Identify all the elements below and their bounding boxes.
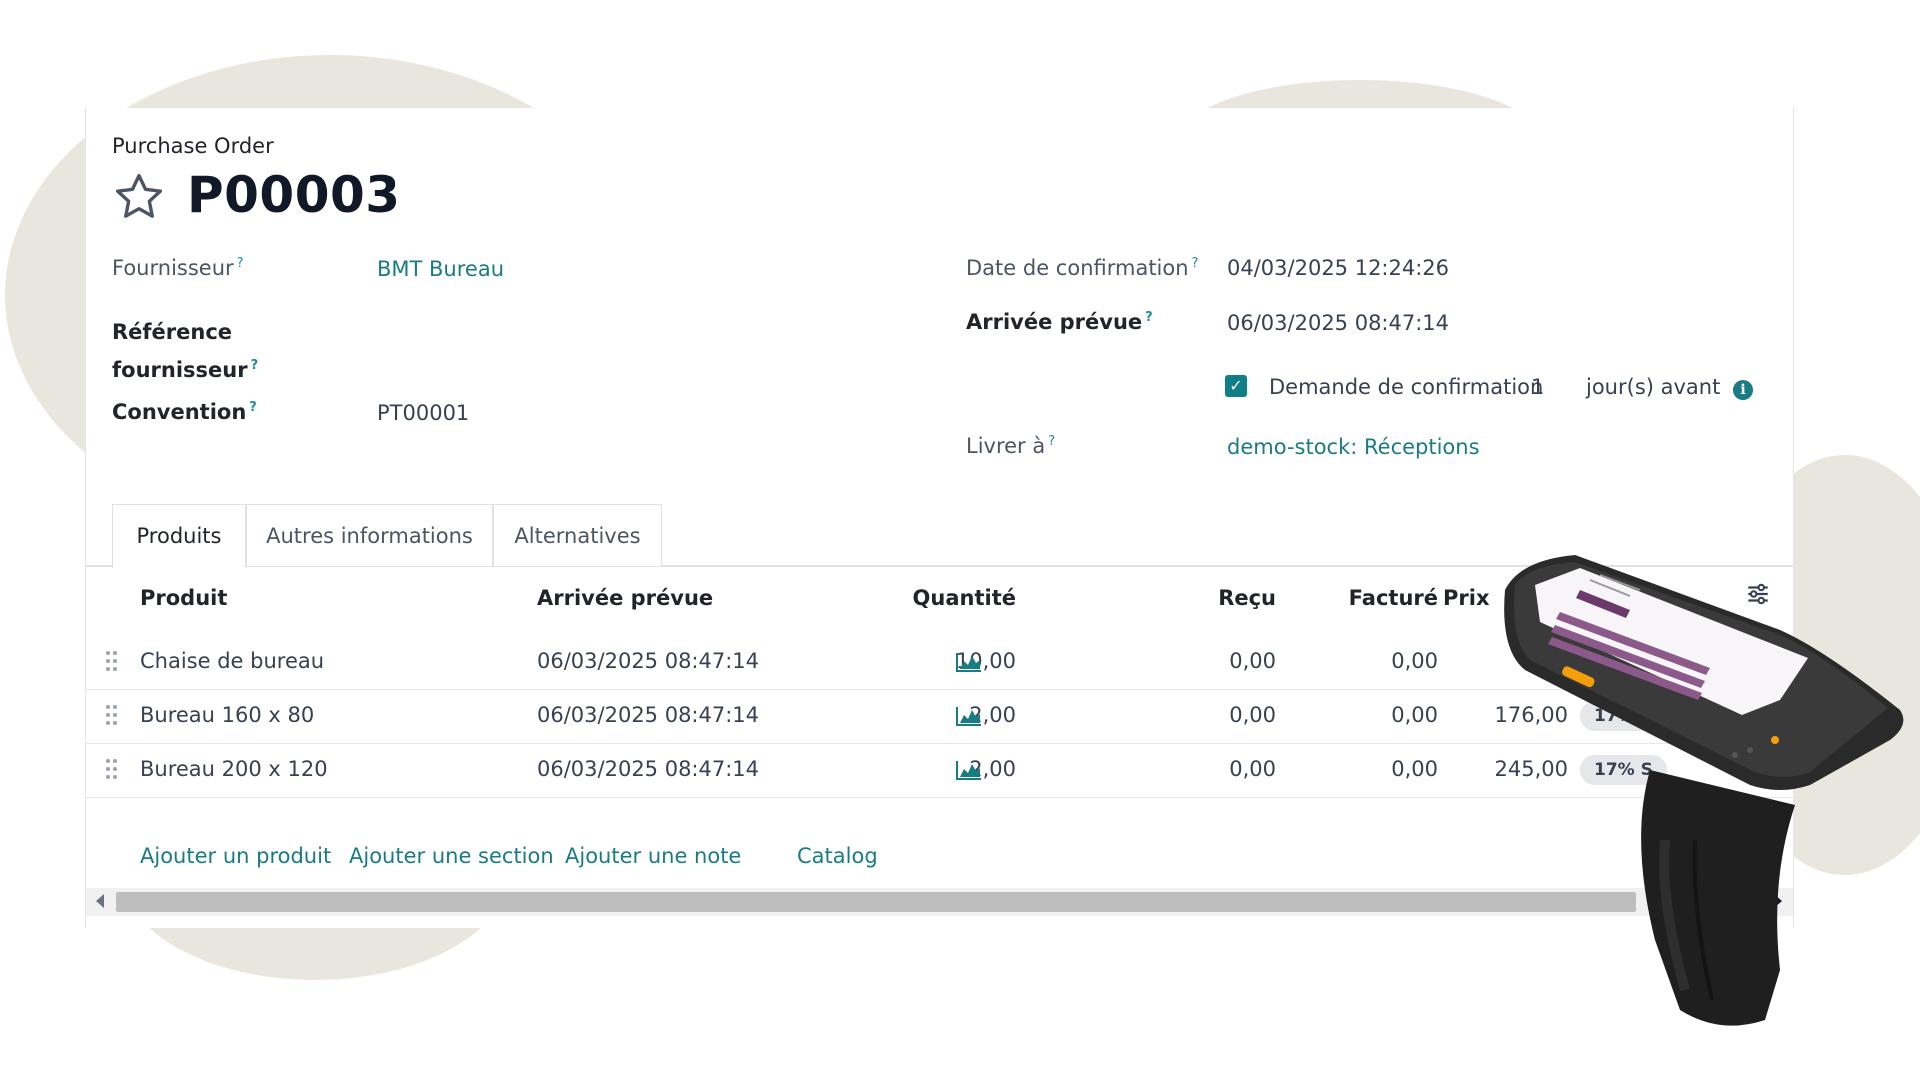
supplier-reference-label: Référence fournisseur? <box>112 320 259 382</box>
expected-arrival-cell[interactable]: 06/03/2025 08:47:14 <box>537 649 759 673</box>
chart-icon[interactable] <box>956 652 982 672</box>
page-title: P00003 <box>187 166 401 224</box>
tab-produits[interactable]: Produits <box>112 504 246 568</box>
add-section-link[interactable]: Ajouter une section <box>349 844 554 868</box>
received-cell[interactable]: 0,00 <box>1126 757 1276 781</box>
product-cell[interactable]: Chaise de bureau <box>140 649 324 673</box>
drag-handle-icon[interactable] <box>105 757 119 781</box>
column-header-billed[interactable]: Facturé <box>1286 586 1438 610</box>
convention-field[interactable]: PT00001 <box>377 401 469 425</box>
received-cell[interactable]: 0,00 <box>1126 703 1276 727</box>
scroll-thumb[interactable] <box>116 892 1636 912</box>
quantity-cell[interactable]: 10,00 <box>821 649 1016 673</box>
info-icon[interactable]: i <box>1733 380 1753 400</box>
quantity-cell[interactable]: 2,00 <box>821 703 1016 727</box>
expected-arrival-cell[interactable]: 06/03/2025 08:47:14 <box>537 757 759 781</box>
ask-confirmation-label: Demande de confirmation <box>1269 375 1544 399</box>
star-icon[interactable] <box>112 170 166 224</box>
billed-cell[interactable]: 0,00 <box>1286 649 1438 673</box>
convention-label: Convention? <box>112 400 257 424</box>
drag-handle-icon[interactable] <box>105 649 119 673</box>
supplier-label: Fournisseur? <box>112 256 244 280</box>
column-header-received[interactable]: Reçu <box>1126 586 1276 610</box>
checkbox-checked-icon[interactable]: ✓ <box>1225 375 1247 397</box>
column-header-expected-arrival[interactable]: Arrivée prévue <box>537 586 713 610</box>
column-header-quantity[interactable]: Quantité <box>821 586 1016 610</box>
barcode-scanner-device-image <box>1504 555 1904 1026</box>
column-header-product[interactable]: Produit <box>140 586 227 610</box>
chart-icon[interactable] <box>956 760 982 780</box>
confirmation-date-field[interactable]: 04/03/2025 12:24:26 <box>1227 256 1449 280</box>
expected-arrival-cell[interactable]: 06/03/2025 08:47:14 <box>537 703 759 727</box>
catalog-link[interactable]: Catalog <box>797 844 878 868</box>
quantity-cell[interactable]: 2,00 <box>821 757 1016 781</box>
expected-arrival-label: Arrivée prévue? <box>966 310 1153 334</box>
ask-confirmation-suffix: jour(s) avant <box>1586 375 1721 399</box>
add-product-link[interactable]: Ajouter un produit <box>140 844 331 868</box>
deliver-to-field[interactable]: demo-stock: Réceptions <box>1227 435 1480 459</box>
billed-cell[interactable]: 0,00 <box>1286 757 1438 781</box>
product-cell[interactable]: Bureau 200 x 120 <box>140 757 328 781</box>
received-cell[interactable]: 0,00 <box>1126 649 1276 673</box>
breadcrumb[interactable]: Purchase Order <box>112 134 274 158</box>
product-cell[interactable]: Bureau 160 x 80 <box>140 703 314 727</box>
confirmation-date-label: Date de confirmation? <box>966 256 1199 280</box>
drag-handle-icon[interactable] <box>105 703 119 727</box>
supplier-reference-field[interactable] <box>377 320 857 354</box>
deliver-to-label: Livrer à? <box>966 434 1056 458</box>
supplier-field[interactable]: BMT Bureau <box>377 257 504 281</box>
scroll-left-arrow[interactable] <box>96 894 104 908</box>
ask-confirmation-days-input[interactable]: 1 <box>1531 375 1544 399</box>
expected-arrival-field[interactable]: 06/03/2025 08:47:14 <box>1227 311 1449 335</box>
billed-cell[interactable]: 0,00 <box>1286 703 1438 727</box>
add-note-link[interactable]: Ajouter une note <box>565 844 741 868</box>
tab-autres-informations[interactable]: Autres informations <box>246 504 493 566</box>
tab-alternatives[interactable]: Alternatives <box>493 504 662 566</box>
chart-icon[interactable] <box>956 706 982 726</box>
